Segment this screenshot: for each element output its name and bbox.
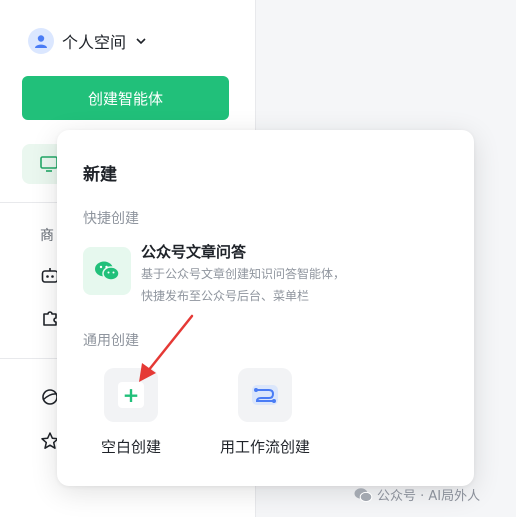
workflow-create-tile <box>238 368 292 422</box>
user-avatar-icon <box>28 28 54 54</box>
workflow-create-option[interactable]: 用工作流创建 <box>220 368 310 457</box>
blank-create-option[interactable]: + 空白创建 <box>101 368 161 457</box>
new-agent-popover: 新建 快捷创建 公众号文章问答 基于公众号文章创建知识问答智能体， 快捷发布至公… <box>57 130 474 486</box>
space-label: 个人空间 <box>62 33 127 52</box>
popover-title: 新建 <box>83 165 117 185</box>
workflow-icon <box>252 385 278 405</box>
plus-icon: + <box>118 382 144 408</box>
general-create-label: 通用创建 <box>83 333 139 349</box>
workflow-create-label: 用工作流创建 <box>220 438 311 456</box>
sidebar-section-label: 商 <box>40 228 54 244</box>
wechat-icon <box>354 487 373 502</box>
quick-item-desc-line1: 基于公众号文章创建知识问答智能体， <box>141 267 346 281</box>
blank-create-tile: + <box>104 368 158 422</box>
quick-item-name: 公众号文章问答 <box>141 243 247 261</box>
quick-create-label: 快捷创建 <box>83 211 139 227</box>
watermark: 公众号 · AI局外人 <box>353 485 480 504</box>
watermark-text: 公众号 · AI局外人 <box>377 489 481 504</box>
blank-create-label: 空白创建 <box>101 438 162 456</box>
space-switcher[interactable]: 个人空间 <box>28 27 148 55</box>
create-agent-button[interactable]: 创建智能体 <box>22 76 229 120</box>
chevron-down-icon <box>134 34 148 48</box>
wechat-icon <box>83 247 131 295</box>
quick-item-desc-line2: 快捷发布至公众号后台、菜单栏 <box>141 289 310 303</box>
monitor-icon <box>40 156 58 172</box>
wechat-article-qa-option[interactable]: 公众号文章问答 基于公众号文章创建知识问答智能体， 快捷发布至公众号后台、菜单栏 <box>83 242 443 312</box>
